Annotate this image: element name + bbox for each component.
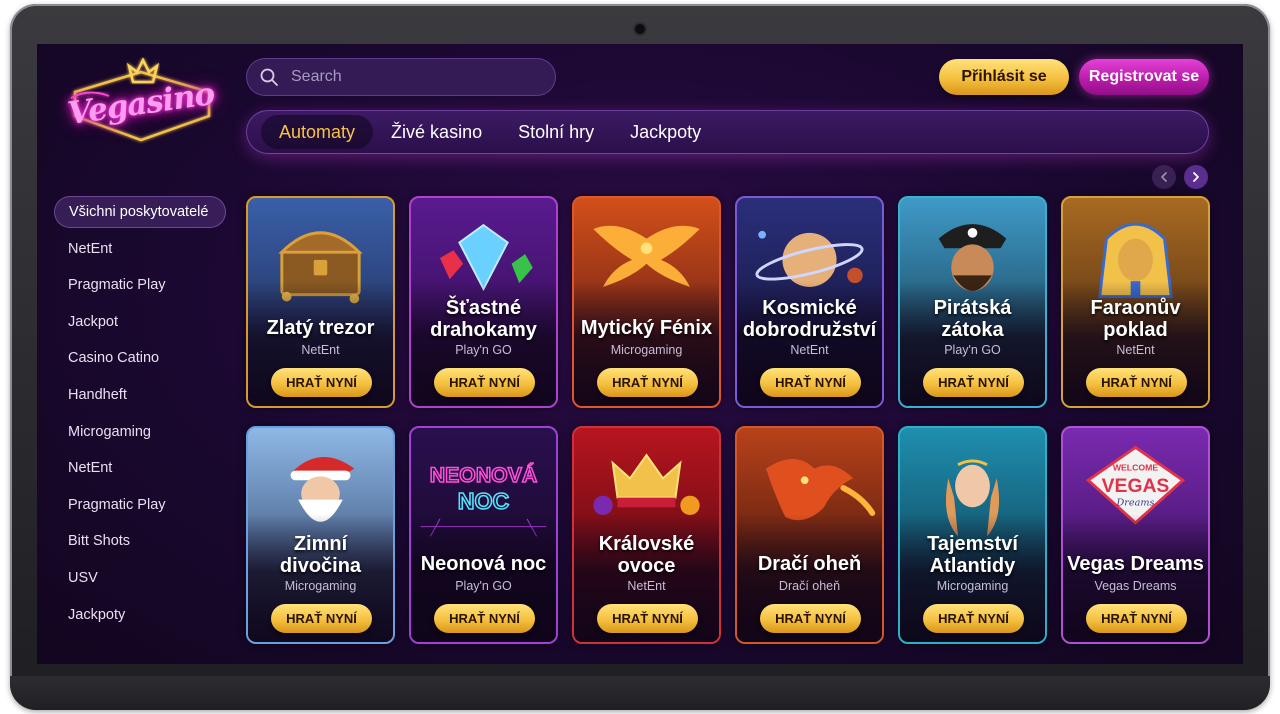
game-card-kralovske-ovoce[interactable]: Královské ovoce NetEnt HRAŤ NYNÍ xyxy=(572,426,721,644)
app-screen: Vegasino Přihlásit se Registrovat se Aut… xyxy=(37,44,1243,664)
sidebar-item-netent-2[interactable]: NetEnt xyxy=(54,452,226,484)
play-now-button[interactable]: HRAŤ NYNÍ xyxy=(1086,368,1187,397)
game-title: Faraonův poklad xyxy=(1090,297,1181,341)
game-provider: Vegas Dreams xyxy=(1094,579,1177,593)
game-card-kosmicke-dobrodruzstvi[interactable]: Kosmické dobrodružství NetEnt HRAŤ NYNÍ xyxy=(735,196,884,408)
search-bar[interactable] xyxy=(246,58,556,96)
svg-text:NOC: NOC xyxy=(458,488,510,514)
game-title: Královské ovoce xyxy=(598,533,695,577)
game-provider: Dračí oheň xyxy=(778,579,841,593)
provider-sidebar: Všichni poskytovatelé NetEnt Pragmatic P… xyxy=(54,196,226,635)
login-button[interactable]: Přihlásit se xyxy=(939,59,1069,95)
sidebar-item-jackpot[interactable]: Jackpot xyxy=(54,306,226,338)
chevron-left-icon xyxy=(1161,172,1167,182)
play-now-button[interactable]: HRAŤ NYNÍ xyxy=(271,604,372,633)
game-provider: NetEnt xyxy=(1116,343,1155,357)
game-provider: Play'n GO xyxy=(455,579,512,593)
tab-jackpoty[interactable]: Jackpoty xyxy=(612,115,719,149)
game-provider: Play'n GO xyxy=(455,343,512,357)
sidebar-item-all-providers[interactable]: Všichni poskytovatelé xyxy=(54,196,226,228)
sidebar-item-microgaming[interactable]: Microgaming xyxy=(54,416,226,448)
play-now-button[interactable]: HRAŤ NYNÍ xyxy=(271,368,372,397)
game-card-zimni-divocina[interactable]: Zimní divočina Microgaming HRAŤ NYNÍ xyxy=(246,426,395,644)
sidebar-item-netent[interactable]: NetEnt xyxy=(54,233,226,265)
game-card-piratska-zatoka[interactable]: Pirátská zátoka Play'n GO HRAŤ NYNÍ xyxy=(898,196,1047,408)
play-now-button[interactable]: HRAŤ NYNÍ xyxy=(434,368,535,397)
game-title: Neonová noc xyxy=(420,553,547,575)
logo[interactable]: Vegasino xyxy=(49,52,229,152)
play-now-button[interactable]: HRAŤ NYNÍ xyxy=(434,604,535,633)
search-input[interactable] xyxy=(291,68,531,86)
game-title: Vegas Dreams xyxy=(1067,553,1204,575)
game-card-vegas-dreams[interactable]: WELCOME VEGAS Dreams Vegas Dreams Vegas Dr… xyxy=(1061,426,1210,644)
game-card-faraonuv-poklad[interactable]: Faraonův poklad NetEnt HRAŤ NYNÍ xyxy=(1061,196,1210,408)
game-provider: Microgaming xyxy=(610,343,683,357)
laptop-bottom-bezel xyxy=(10,676,1270,710)
game-title: Dračí oheň xyxy=(757,553,862,575)
play-now-button[interactable]: HRAŤ NYNÍ xyxy=(923,604,1024,633)
game-title: Kosmické dobrodružství xyxy=(742,297,877,341)
play-now-button[interactable]: HRAŤ NYNÍ xyxy=(760,368,861,397)
game-card-stastne-drahokamy[interactable]: Šťastné drahokamy Play'n GO HRAŤ NYNÍ xyxy=(409,196,558,408)
game-card-neonova-noc[interactable]: NEONOVÁ NOC Neonová noc Play'n GO HRAŤ NYN… xyxy=(409,426,558,644)
svg-text:NEONOVÁ: NEONOVÁ xyxy=(430,462,537,487)
game-title: Zlatý trezor xyxy=(266,317,375,339)
game-title: Šťastné drahokamy xyxy=(430,297,537,341)
tab-zive-kasino[interactable]: Živé kasino xyxy=(373,115,500,149)
game-card-myticky-fenix[interactable]: Mytický Fénix Microgaming HRAŤ NYNÍ xyxy=(572,196,721,408)
carousel-next-button[interactable] xyxy=(1184,165,1208,189)
sidebar-item-usv[interactable]: USV xyxy=(54,562,226,594)
game-card-zlaty-trezor[interactable]: Zlatý trezor NetEnt HRAŤ NYNÍ xyxy=(246,196,395,408)
carousel-prev-button[interactable] xyxy=(1152,165,1176,189)
play-now-button[interactable]: HRAŤ NYNÍ xyxy=(760,604,861,633)
game-card-tajemstvi-atlantidy[interactable]: Tajemství Atlantidy Microgaming HRAŤ NYNÍ xyxy=(898,426,1047,644)
sidebar-item-pragmatic-play[interactable]: Pragmatic Play xyxy=(54,269,226,301)
tab-automaty[interactable]: Automaty xyxy=(261,115,374,149)
play-now-button[interactable]: HRAŤ NYNÍ xyxy=(597,368,698,397)
svg-text:Dreams: Dreams xyxy=(1116,497,1155,508)
game-title: Tajemství Atlantidy xyxy=(927,533,1018,577)
play-now-button[interactable]: HRAŤ NYNÍ xyxy=(923,368,1024,397)
game-provider: NetEnt xyxy=(790,343,829,357)
play-now-button[interactable]: HRAŤ NYNÍ xyxy=(1086,604,1187,633)
category-tabs: Automaty Živé kasino Stolní hry Jackpoty xyxy=(246,110,1209,154)
game-provider: Microgaming xyxy=(936,579,1009,593)
game-title: Pirátská zátoka xyxy=(933,297,1012,341)
game-provider: NetEnt xyxy=(627,579,666,593)
game-title: Mytický Fénix xyxy=(580,317,713,339)
register-button[interactable]: Registrovat se xyxy=(1079,59,1209,95)
game-provider: Microgaming xyxy=(284,579,357,593)
game-grid: Zlatý trezor NetEnt HRAŤ NYNÍ Šťastné drah… xyxy=(246,196,1210,644)
sidebar-item-jackpoty[interactable]: Jackpoty xyxy=(54,599,226,631)
tab-stolni-hry[interactable]: Stolní hry xyxy=(500,115,612,149)
game-provider: Play'n GO xyxy=(944,343,1001,357)
svg-text:VEGAS: VEGAS xyxy=(1102,476,1170,497)
camera-icon xyxy=(635,24,645,34)
sidebar-item-pragmatic-play-2[interactable]: Pragmatic Play xyxy=(54,489,226,521)
chevron-right-icon xyxy=(1193,172,1199,182)
game-title: Zimní divočina xyxy=(279,533,362,577)
game-provider: NetEnt xyxy=(301,343,340,357)
sidebar-item-casino-catino[interactable]: Casino Catino xyxy=(54,342,226,374)
game-card-draci-ohen[interactable]: Dračí oheň Dračí oheň HRAŤ NYNÍ xyxy=(735,426,884,644)
sidebar-item-bitt-shots[interactable]: Bitt Shots xyxy=(54,525,226,557)
play-now-button[interactable]: HRAŤ NYNÍ xyxy=(597,604,698,633)
svg-text:WELCOME: WELCOME xyxy=(1113,463,1159,473)
search-icon xyxy=(260,68,278,86)
sidebar-item-handheft[interactable]: Handheft xyxy=(54,379,226,411)
